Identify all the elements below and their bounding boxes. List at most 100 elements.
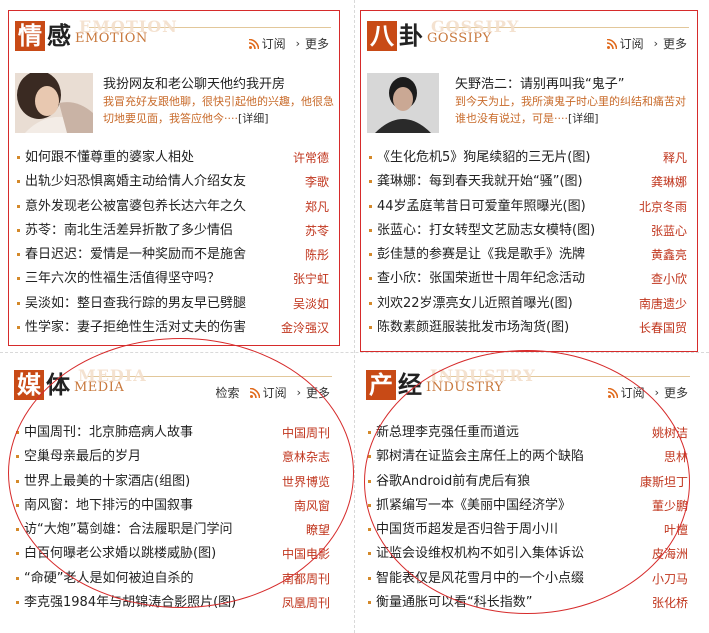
article-link[interactable]: 衡量通胀可以看“科长指数”	[376, 591, 532, 615]
source-link[interactable]: 查小欣	[651, 267, 687, 291]
more-link[interactable]: › 更多	[655, 384, 688, 401]
article-link[interactable]: 证监会设维权机构不如引入集体诉讼	[376, 542, 584, 566]
chevron-right-icon: ›	[653, 37, 658, 50]
header-links: 订阅 › 更多	[248, 35, 329, 52]
more-link[interactable]: › 更多	[654, 35, 687, 52]
article-link[interactable]: 龚琳娜：每到春天我就开始“骚”(图)	[377, 170, 583, 194]
search-link[interactable]: 检索	[216, 384, 240, 401]
source-link[interactable]: 皮海洲	[652, 542, 688, 566]
source-link[interactable]: 董少鹏	[652, 494, 688, 518]
subscribe-link[interactable]: 订阅	[606, 35, 644, 52]
feature-thumbnail[interactable]	[367, 73, 439, 133]
source-link[interactable]: 吴淡如	[293, 292, 329, 316]
article-link[interactable]: 白百何曝老公求婚以跳楼威胁(图)	[24, 542, 216, 566]
source-link[interactable]: 苏苓	[305, 219, 329, 243]
subscribe-link[interactable]: 订阅	[607, 384, 645, 401]
source-link[interactable]: 意林杂志	[282, 445, 330, 469]
list-item: 出轨少妇恐惧离婚主动给情人介绍女友 李歌	[15, 170, 333, 194]
article-link[interactable]: 查小欣：张国荣逝世十周年纪念活动	[377, 267, 585, 291]
article-link[interactable]: 性学家：妻子拒绝性生活对丈夫的伤害	[25, 316, 246, 340]
source-link[interactable]: 康斯坦丁	[640, 470, 688, 494]
source-link[interactable]: 郑凡	[305, 195, 329, 219]
article-link[interactable]: 郭树清在证监会主席任上的两个缺陷	[376, 445, 584, 469]
source-link[interactable]: 思林	[664, 445, 688, 469]
source-link[interactable]: 南都周刊	[282, 567, 330, 591]
source-link[interactable]: 南风窗	[294, 494, 330, 518]
gossip-article-list: 《生化危机5》狗尾续貂的三无片(图) 释凡龚琳娜：每到春天我就开始“骚”(图) 龚琳…	[367, 146, 691, 340]
chevron-right-icon: ›	[296, 386, 301, 399]
list-item: 意外发现老公被富婆包养长达六年之久 郑凡	[15, 195, 333, 219]
source-link[interactable]: 陈彤	[305, 243, 329, 267]
detail-link[interactable]: [详细]	[238, 112, 269, 125]
article-link[interactable]: 意外发现老公被富婆包养长达六年之久	[25, 195, 246, 219]
list-item: 郭树清在证监会主席任上的两个缺陷 思林	[366, 445, 692, 469]
source-link[interactable]: 姚树洁	[652, 421, 688, 445]
more-link[interactable]: › 更多	[296, 35, 329, 52]
subscribe-link[interactable]: 订阅	[249, 384, 287, 401]
header-links: 订阅 › 更多	[607, 384, 688, 401]
article-link[interactable]: 中国周刊：北京肺癌病人故事	[24, 421, 193, 445]
article-link[interactable]: 中国货币超发是否归咎于周小川	[376, 518, 558, 542]
feature-thumbnail[interactable]	[15, 73, 93, 133]
article-link[interactable]: 访“大炮”葛剑雄：合法履职是门学问	[24, 518, 232, 542]
feature-title[interactable]: 我扮网友和老公聊天他约我开房	[103, 73, 285, 92]
bullet-icon	[17, 253, 20, 257]
article-link[interactable]: 抓紧编写一本《美丽中国经济学》	[376, 494, 571, 518]
source-link[interactable]: 张蓝心	[651, 219, 687, 243]
source-link[interactable]: 黄鑫亮	[651, 243, 687, 267]
source-link[interactable]: 世界博览	[282, 470, 330, 494]
source-link[interactable]: 李歌	[305, 170, 329, 194]
source-link[interactable]: 长春国贸	[639, 316, 687, 340]
article-link[interactable]: 空巢母亲最后的岁月	[24, 445, 141, 469]
article-link[interactable]: 谷歌Android前有虎后有狼	[376, 470, 530, 494]
source-link[interactable]: 瞭望	[306, 518, 330, 542]
source-link[interactable]: 中国周刊	[282, 421, 330, 445]
article-link[interactable]: 三年六次的性福生活值得坚守吗？	[25, 267, 220, 291]
emotion-article-list: 如何跟不懂尊重的婆家人相处 许常德 出轨少妇恐惧离婚主动给情人介绍女友 李歌 意外发现老…	[15, 146, 333, 340]
article-link[interactable]: 如何跟不懂尊重的婆家人相处	[25, 146, 194, 170]
detail-link[interactable]: [详细]	[568, 112, 599, 125]
source-link[interactable]: 北京冬雨	[639, 195, 687, 219]
article-link[interactable]: 新总理李克强任重而道远	[376, 421, 519, 445]
rss-icon	[248, 38, 259, 49]
bullet-icon	[369, 253, 372, 257]
article-link[interactable]: 刘欢22岁漂亮女儿近照首曝光(图)	[377, 292, 573, 316]
article-link[interactable]: 彭佳慧的参赛是让《我是歌手》洗牌	[377, 243, 585, 267]
source-link[interactable]: 释凡	[663, 146, 687, 170]
list-item: 谷歌Android前有虎后有狼 康斯坦丁	[366, 470, 692, 494]
article-link[interactable]: 苏苓：南北生活差异折散了多少情侣	[25, 219, 233, 243]
article-link[interactable]: “命硬”老人是如何被迫自杀的	[24, 567, 193, 591]
article-link[interactable]: 李克强1984年与胡锦涛合影照片(图)	[24, 591, 236, 615]
article-link[interactable]: 吴淡如：整日查我行踪的男友早已劈腿	[25, 292, 246, 316]
source-link[interactable]: 中国电影	[282, 542, 330, 566]
list-item: 《生化危机5》狗尾续貂的三无片(图) 释凡	[367, 146, 691, 170]
article-link[interactable]: 陈数素颜逛服装批发市场淘货(图)	[377, 316, 569, 340]
article-link[interactable]: 智能表仅是风花雪月中的一个小点缀	[376, 567, 584, 591]
feature-story: 我扮网友和老公聊天他约我开房 我冒充好友跟他聊，很快引起他的兴趣，他很急切地要见…	[15, 73, 335, 145]
source-link[interactable]: 龚琳娜	[651, 170, 687, 194]
bullet-icon	[369, 180, 372, 184]
bullet-icon	[17, 326, 20, 330]
source-link[interactable]: 金泠强汉	[281, 316, 329, 340]
source-link[interactable]: 小刀马	[652, 567, 688, 591]
article-link[interactable]: 44岁孟庭苇昔日可爱童年照曝光(图)	[377, 195, 586, 219]
subscribe-link[interactable]: 订阅	[248, 35, 286, 52]
article-link[interactable]: 出轨少妇恐惧离婚主动给情人介绍女友	[25, 170, 246, 194]
source-link[interactable]: 许常德	[293, 146, 329, 170]
article-link[interactable]: 世界上最美的十家酒店(组图)	[24, 470, 190, 494]
rss-icon	[606, 38, 617, 49]
feature-title[interactable]: 矢野浩二：请别再叫我“鬼子”	[455, 73, 624, 92]
source-link[interactable]: 张宁虹	[293, 267, 329, 291]
source-link[interactable]: 南唐遗少	[639, 292, 687, 316]
article-link[interactable]: 张蓝心：打女转型文艺励志女模特(图)	[377, 219, 595, 243]
source-link[interactable]: 叶檀	[664, 518, 688, 542]
article-link[interactable]: 南风窗：地下排污的中国叙事	[24, 494, 193, 518]
industry-header: INDUSTRY 产 经 INDUSTRY 订阅 › 更多	[360, 360, 698, 400]
article-link[interactable]: 春日迟迟：爱情是一种奖励而不是施舍	[25, 243, 246, 267]
article-link[interactable]: 《生化危机5》狗尾续貂的三无片(图)	[377, 146, 590, 170]
source-link[interactable]: 凤凰周刊	[282, 591, 330, 615]
more-link[interactable]: › 更多	[297, 384, 330, 401]
section-badge: 八	[367, 21, 397, 51]
section-title-char: 经	[398, 370, 422, 399]
source-link[interactable]: 张化桥	[652, 591, 688, 615]
